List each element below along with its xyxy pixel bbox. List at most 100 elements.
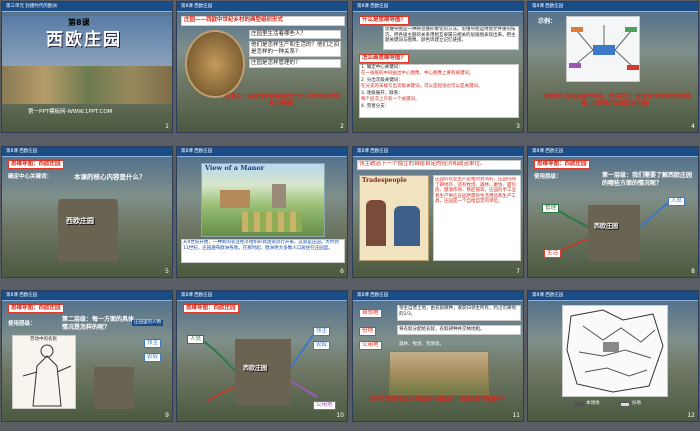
slide-number: 10 <box>336 412 344 419</box>
center-keyword: 西欧庄园 <box>66 217 94 225</box>
slide-heading: 思维导图：西欧庄园 <box>8 304 64 313</box>
branch-label-people: 人员 <box>668 197 686 206</box>
tag-demesne: 自领地 <box>359 309 382 318</box>
method-label: 使用层级： <box>8 321 36 327</box>
field-strips <box>242 212 302 232</box>
branch-label-management: 管理 <box>542 204 560 213</box>
caption-text: 从9世纪开始，一种新的农业经济组织形式逐渐流行开来，这就是庄园。大约到11世纪，… <box>183 240 339 251</box>
question-1: 庄园里生活着哪些人？ <box>251 31 307 37</box>
slide-note: 请同学们先阅读课文内容，然后我们一起来完成本课的思维导图，构建我们的知识结构吧！ <box>542 94 692 107</box>
slide-header: 第8课 西欧庄园 <box>528 291 698 301</box>
legend-tenant: 份地 <box>632 401 641 406</box>
slide-number: 11 <box>512 412 520 419</box>
slide-header: 第8课 西欧庄园 <box>353 291 523 301</box>
slide-number: 1 <box>165 123 169 130</box>
branch-label-serf: 农奴 <box>313 341 331 350</box>
slide-thumbnail-4[interactable]: 第8课 西欧庄园 示例： 请同学们先阅读课文内容，然后我们一起来完成本课的思维导… <box>527 1 699 133</box>
definition-text: 领主统治下一个独立的自给自足的经济和政治单位。 <box>359 161 486 167</box>
slide-header: 第8课 西欧庄园 <box>177 2 347 12</box>
manor-house <box>220 190 250 208</box>
slide-number: 2 <box>340 123 344 130</box>
body-text: 庄园的农业生产是相对封闭的，庄园内除了耕地外，还有牧场、森林、磨坊、面包房、酿酒… <box>435 177 516 204</box>
step-3: 3. 逐级展开，联系： <box>361 91 403 96</box>
manor-illustration <box>201 163 325 237</box>
book-title: Tradespeople <box>362 177 407 184</box>
slide-number: 9 <box>165 412 169 419</box>
slide-thumbnail-11[interactable]: 第8课 西欧庄园 自领地 领主自营土地，由农奴耕种，收获归领主所有，约占可耕地的… <box>352 290 524 422</box>
manor-plan-map <box>562 305 668 397</box>
slide-thumbnail-grid: 第三单元 封建时代的欧洲 第8课 西欧庄园 第一PPT模板网-WWW.1PPT.… <box>0 0 700 431</box>
slide-header: 第8课 西欧庄园 <box>353 147 523 157</box>
slide-thumbnail-8[interactable]: 第8课 西欧庄园 思维导图：西欧庄园 使用层级： 第一层级：我们需要了解西欧庄园… <box>527 146 699 278</box>
step-1-detail: 在一张纸的中间画出中心图像，中心图像上要有关键词。 <box>361 71 474 76</box>
church <box>272 184 286 208</box>
photo-strip <box>2 66 172 104</box>
slide-header: 第8课 西欧庄园 <box>2 147 172 157</box>
mindmap-sketch <box>569 25 639 70</box>
peasant-drawing <box>12 335 76 409</box>
footer-url: 第一PPT模板网-WWW.1PPT.COM <box>28 109 113 115</box>
mindmap-example-image <box>566 16 640 82</box>
branch-label-lord: 领主 <box>313 327 331 336</box>
figure-2 <box>394 206 420 246</box>
plan-sketch <box>566 309 664 393</box>
slide-header: 第8课 西欧庄园 <box>2 291 172 301</box>
slide-heading: 思维导图：西欧庄园 <box>8 160 64 169</box>
legend-swatch-demesne <box>574 402 584 407</box>
step-2-detail: 在分支的末端写出次级关键词，可以是短语也可以是关键词。 <box>361 84 483 89</box>
branch-label-common: 公用地 <box>313 401 336 410</box>
slide-number: 6 <box>340 268 344 275</box>
slide-thumbnail-1[interactable]: 第三单元 封建时代的欧洲 第8课 西欧庄园 第一PPT模板网-WWW.1PPT.… <box>1 1 173 133</box>
branch-label-lord: 领主 <box>144 339 162 348</box>
example-label: 示例： <box>538 18 557 25</box>
branch-label-life: 生活 <box>544 249 562 258</box>
question-3: 庄园是怎样管理的？ <box>251 60 301 66</box>
peasant-sketch <box>22 344 72 407</box>
line-1: 领主自营土地，由农奴耕种，收获归领主所有，约占可耕地的1/3。 <box>399 306 516 317</box>
village-illustration <box>389 351 489 395</box>
slide-thumbnail-6[interactable]: 第8课 西欧庄园 View of a Manor 从9世纪开始，一种新的农业经济… <box>176 146 348 278</box>
slide-thumbnail-7[interactable]: 第8课 西欧庄园 领主统治下一个独立的自给自足的经济和政治单位。 Tradesp… <box>352 146 524 278</box>
tag-common-land: 公用地 <box>359 341 382 350</box>
lesson-label: 第8课 <box>68 18 90 27</box>
slide-number: 7 <box>516 268 520 275</box>
slide-header: 第8课 西欧庄园 <box>353 2 523 12</box>
slide-thumbnail-5[interactable]: 第8课 西欧庄园 思维导图：西欧庄园 确定中心关键词： 本课的核心内容是什么？ … <box>1 146 173 278</box>
slide-thumbnail-2[interactable]: 第8课 西欧庄园 庄园——西欧中世纪乡村的典型组织形式 庄园里生活着哪些人？ 他… <box>176 1 348 133</box>
question-heading-2: 怎么画思维导图？ <box>359 54 410 63</box>
book-illustration <box>359 175 429 261</box>
level-question: 第二层级：每一方面的具体情况是怎样的呢？ <box>62 316 135 331</box>
slide-thumbnail-10[interactable]: 第8课 西欧庄园 思维导图：西欧庄园 西欧庄园 领主 农奴 公用地 人员 10 <box>176 290 348 422</box>
branch-label-people: 人员 <box>187 335 205 344</box>
slide-number: 3 <box>516 123 520 130</box>
castle-image <box>58 199 118 261</box>
step-3-detail: 每个层次上只有一个关键词。 <box>361 97 420 102</box>
line-3: 森林、牧场、荒地等。 <box>399 342 444 347</box>
slide-note: 让我们一起通过思维导图的方式认识中世纪的西欧庄园吧！ <box>225 94 341 107</box>
slide-header: 第8课 西欧庄园 <box>177 147 347 157</box>
step-4: 4. 完善分支： <box>361 104 390 109</box>
branch-label-serf: 农奴 <box>144 353 162 362</box>
legend-demesne: 本领地 <box>586 401 600 406</box>
slide-header: 第8课 西欧庄园 <box>528 2 698 12</box>
line-2: 将农奴分配给农奴，农奴耕种并交纳地租。 <box>399 327 485 332</box>
slide-note: 同学们观察书本自己绘制一幅欧洲中世纪庄园平面图吧？ <box>370 397 508 403</box>
slide-heading: 庄园——西欧中世纪乡村的典型组织形式 <box>184 17 284 23</box>
step-2: 2. 分出次级关键词： <box>361 78 403 83</box>
question-heading-1: 什么是思维导图？ <box>359 16 410 25</box>
slide-header: 第三单元 封建时代的欧洲 <box>2 2 172 12</box>
painting-image <box>185 30 245 98</box>
callout-box: 庄园里的人物 <box>132 320 163 326</box>
question-2: 他们是怎样生产和生活的？他们之间是怎样的一种关系？ <box>251 42 340 55</box>
legend-swatch-tenant <box>620 402 630 407</box>
drawing-caption: 劳动中的农民 <box>30 337 57 342</box>
slide-title: 西欧庄园 <box>46 30 122 50</box>
answer-text: 思维导图是一种将思维形象化的方法。思维导图运用图文并重的技巧，把各级主题的关系用… <box>385 27 516 43</box>
slide-number: 4 <box>691 123 695 130</box>
slide-number: 5 <box>165 268 169 275</box>
slide-number: 8 <box>691 268 695 275</box>
slide-thumbnail-3[interactable]: 第8课 西欧庄园 什么是思维导图？ 思维导图是一种将思维形象化的方法。思维导图运… <box>352 1 524 133</box>
figure-1 <box>366 200 386 246</box>
slide-thumbnail-9[interactable]: 第8课 西欧庄园 思维导图：西欧庄园 使用层级： 第二层级：每一方面的具体情况是… <box>1 290 173 422</box>
slide-thumbnail-12[interactable]: 第8课 西欧庄园 本领地 份地 12 <box>527 290 699 422</box>
